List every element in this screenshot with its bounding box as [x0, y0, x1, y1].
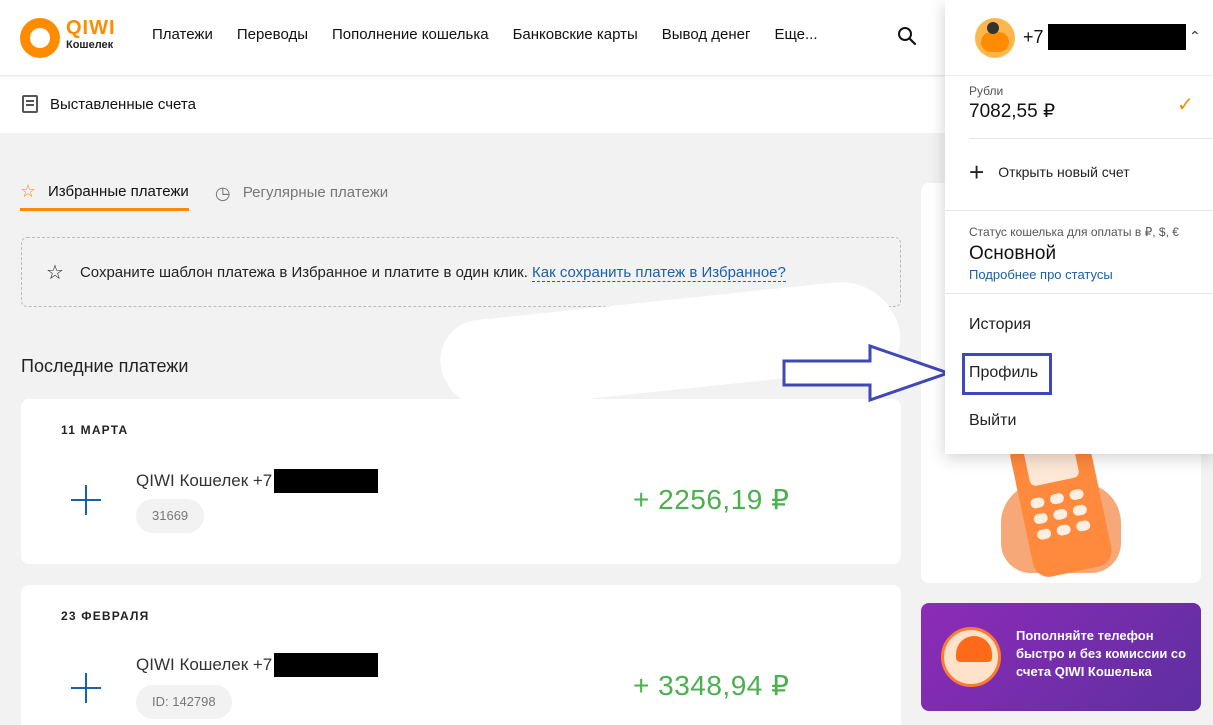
star-icon: ☆	[46, 261, 64, 284]
annotation-arrow-icon	[782, 343, 952, 403]
payment-date: 23 ФЕВРАЛЯ	[61, 609, 150, 623]
star-icon: ☆	[20, 181, 37, 201]
qiwi-logo-icon	[20, 18, 60, 58]
nav-transfers[interactable]: Переводы	[237, 26, 308, 43]
payment-amount: + 2256,19 ₽	[633, 484, 790, 515]
search-icon[interactable]	[897, 26, 917, 46]
payment-tag: 31669	[136, 499, 205, 533]
payment-title: QIWI Кошелек +7	[136, 653, 379, 677]
main-nav: Платежи Переводы Пополнение кошелька Бан…	[152, 26, 818, 43]
invoices-label: Выставленные счета	[50, 95, 196, 113]
menu-item-logout[interactable]: Выйти	[969, 412, 1016, 430]
logo-brand: QIWI	[66, 17, 116, 39]
receipt-icon	[22, 95, 38, 113]
balance-label: Рубли	[969, 84, 1004, 98]
payment-title: QIWI Кошелек +7	[136, 469, 379, 493]
payment-tag: ID: 142798	[136, 685, 232, 719]
redacted-number	[274, 469, 379, 493]
payment-date: 11 МАРТА	[61, 423, 129, 437]
status-label: Статус кошелька для оплаты в ₽, $, €	[969, 225, 1179, 239]
menu-item-profile[interactable]: Профиль	[969, 364, 1038, 382]
account-header[interactable]: +7 ⌃	[945, 0, 1213, 76]
divider	[945, 210, 1213, 211]
logo-subtitle: Кошелек	[66, 39, 114, 51]
tab-favorites[interactable]: ☆ Избранные платежи	[20, 182, 189, 211]
promo-avatar	[941, 627, 1001, 687]
qiwi-logo[interactable]: QIWI Кошелек	[20, 14, 120, 64]
payment-amount: + 3348,94 ₽	[633, 670, 790, 701]
recent-payments-title: Последние платежи	[21, 356, 189, 376]
favorites-hint-text: Сохраните шаблон платежа в Избранное и п…	[79, 263, 786, 282]
nav-more[interactable]: Еще...	[774, 26, 817, 43]
invoices-link[interactable]: Выставленные счета	[22, 95, 196, 113]
nav-topup[interactable]: Пополнение кошелька	[332, 26, 489, 43]
divider	[969, 138, 1213, 139]
tab-label: Регулярные платежи	[242, 184, 389, 201]
status-details-link[interactable]: Подробнее про статусы	[969, 267, 1113, 282]
plus-icon	[71, 673, 101, 703]
promo-banner[interactable]: Пополняйте телефон быстро и без комиссии…	[921, 603, 1201, 711]
payment-card[interactable]: 23 ФЕВРАЛЯ QIWI Кошелек +7 ID: 142798 + …	[21, 585, 901, 725]
nav-payments[interactable]: Платежи	[152, 26, 213, 43]
open-account-button[interactable]: + Открыть новый счет	[969, 157, 1130, 187]
account-dropdown: +7 ⌃ Рубли 7082,55 ₽ ✓ + Открыть новый с…	[945, 0, 1213, 454]
tab-label: Избранные платежи	[48, 182, 189, 200]
menu-item-history[interactable]: История	[969, 316, 1031, 334]
check-icon: ✓	[1177, 94, 1194, 116]
divider	[945, 293, 1213, 294]
status-value: Основной	[969, 243, 1057, 264]
chevron-up-icon[interactable]: ⌃	[1189, 28, 1201, 45]
nav-bank-cards[interactable]: Банковские карты	[513, 26, 638, 43]
payments-tabs: ☆ Избранные платежи ◷ Регулярные платежи	[20, 182, 388, 211]
plus-icon	[71, 485, 101, 515]
phone-number: +7	[1023, 24, 1186, 50]
redacted-number	[1047, 24, 1186, 50]
tab-regular[interactable]: ◷ Регулярные платежи	[215, 182, 388, 211]
nav-withdraw[interactable]: Вывод денег	[662, 26, 751, 43]
avatar	[975, 18, 1015, 58]
clock-icon: ◷	[214, 182, 231, 203]
promo-text: Пополняйте телефон быстро и без комиссии…	[1016, 628, 1187, 679]
plus-icon: +	[969, 157, 985, 187]
payment-card[interactable]: 11 МАРТА QIWI Кошелек +7 31669 + 2256,19…	[21, 399, 901, 564]
balance-value[interactable]: 7082,55 ₽	[969, 100, 1055, 123]
favorites-help-link[interactable]: Как сохранить платеж в Избранное?	[532, 263, 786, 282]
redacted-number	[274, 653, 379, 677]
